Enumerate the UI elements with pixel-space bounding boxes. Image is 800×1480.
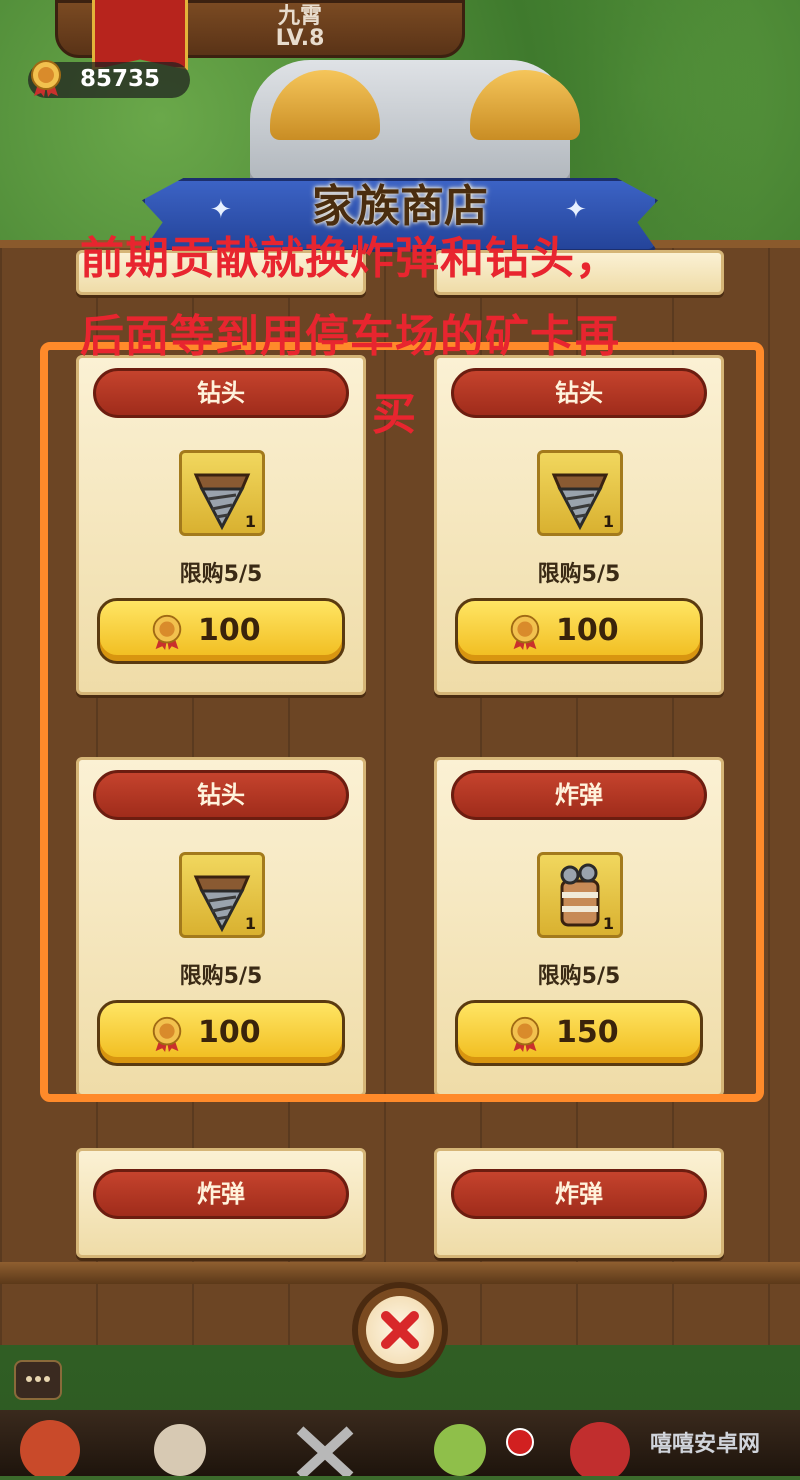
- annotation-line-2: 后面等到用停车场的矿卡再: [80, 311, 620, 362]
- close-button-face: [366, 1296, 434, 1364]
- panel-bottom-rail: [0, 1262, 800, 1284]
- shop-card-partial: 炸弹: [76, 1148, 366, 1258]
- item-name: 炸弹: [93, 1169, 349, 1219]
- currency-display: 85735: [28, 60, 190, 98]
- currency-value: 85735: [80, 66, 161, 92]
- chat-icon[interactable]: [14, 1360, 62, 1400]
- notification-dot: [506, 1428, 534, 1456]
- watermark-text: 嘻嘻安卓网: [650, 1432, 761, 1457]
- player-level: LV.8: [275, 26, 325, 51]
- item-name: 炸弹: [451, 1169, 707, 1219]
- shop-card-partial: 炸弹: [434, 1148, 724, 1258]
- chat-bubble-icon: [26, 1376, 50, 1382]
- annotation-line-3: 买: [372, 389, 417, 440]
- annotation-highlight-box: [40, 342, 764, 1102]
- close-button[interactable]: [352, 1282, 448, 1378]
- close-x-icon: [381, 1311, 419, 1349]
- contribution-medal-icon: [31, 60, 61, 97]
- guild-flag-icon[interactable]: [92, 0, 188, 70]
- annotation-line-1: 前期贡献就换炸弹和钻头，: [80, 233, 620, 284]
